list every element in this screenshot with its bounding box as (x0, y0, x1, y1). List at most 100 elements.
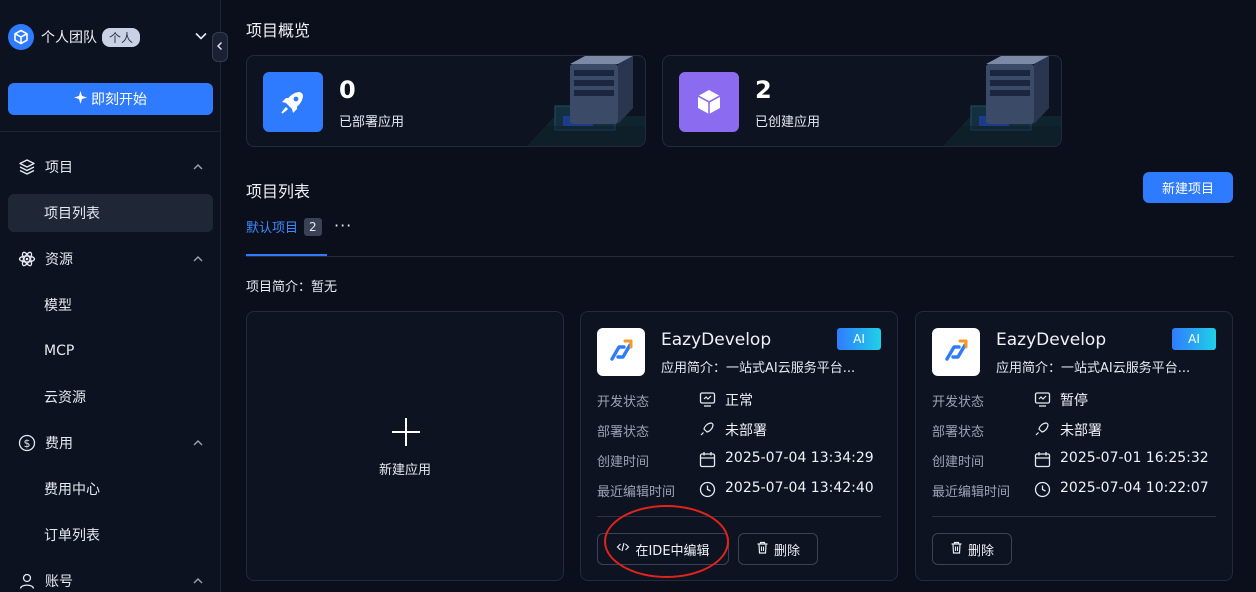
dev-status-value: 正常 (725, 393, 753, 409)
edited-time-label: 最近编辑时间 (597, 485, 676, 500)
stat-card-deployed: 0 已部署应用 (246, 55, 646, 147)
app-description: 应用简介：一站式AI云服务平台... (661, 361, 856, 376)
created-count: 2 (755, 76, 772, 104)
dev-status-label: 开发状态 (597, 395, 650, 410)
app-card[interactable]: EazyDevelop AI 应用简介：一站式AI云服务平台... 开发状态 暂… (915, 311, 1233, 581)
sparkle-icon (74, 90, 87, 108)
card-divider (597, 516, 881, 517)
ai-badge: AI (837, 328, 881, 350)
svg-text:$: $ (24, 437, 31, 450)
sidebar-item-mcp[interactable]: MCP (8, 332, 213, 370)
project-intro: 项目简介：暂无 (246, 280, 338, 295)
nav-group-account[interactable]: 账号 (8, 563, 213, 592)
created-time-label: 创建时间 (597, 455, 650, 470)
app-name: EazyDevelop (996, 330, 1107, 350)
monitor-icon (698, 390, 716, 408)
app-description: 应用简介：一站式AI云服务平台... (996, 361, 1191, 376)
sidebar-collapse-button[interactable] (212, 32, 228, 62)
edited-time-value: 2025-07-04 10:22:07 (1060, 480, 1209, 496)
sidebar-divider (0, 131, 221, 132)
server-illustration (525, 56, 645, 146)
app-name: EazyDevelop (661, 330, 772, 350)
project-list-title: 项目列表 (246, 182, 311, 201)
chevron-up-icon (192, 161, 204, 177)
atom-icon (17, 249, 37, 269)
tab-default-project[interactable]: 默认项目 2 (246, 217, 322, 236)
cube-icon (679, 72, 739, 132)
rocket-icon (1033, 420, 1051, 438)
sidebar-item-cloud-resources[interactable]: 云资源 (8, 378, 213, 416)
deployed-count: 0 (339, 76, 356, 104)
start-now-button[interactable]: 即刻开始 (8, 83, 213, 115)
deployed-label: 已部署应用 (339, 115, 405, 130)
chevron-up-icon (192, 575, 204, 591)
app-logo (932, 328, 980, 376)
created-time-label: 创建时间 (932, 455, 985, 470)
deploy-status-value: 未部署 (1060, 423, 1102, 439)
sidebar-item-model[interactable]: 模型 (8, 286, 213, 324)
team-badge: 个人 (102, 27, 141, 47)
overview-title: 项目概览 (246, 21, 311, 40)
nav-group-resources[interactable]: 资源 (8, 241, 213, 277)
chevron-down-icon[interactable] (194, 29, 208, 47)
created-label: 已创建应用 (755, 115, 821, 130)
monitor-icon (1033, 390, 1051, 408)
sidebar: 个人团队 个人 即刻开始 项目 项目列表 资源 模型 MCP 云资源 $ 费用 … (0, 0, 221, 592)
new-project-button[interactable]: 新建项目 (1143, 172, 1233, 203)
nav-group-label: 账号 (45, 574, 73, 590)
delete-label: 删除 (773, 543, 800, 559)
layers-icon (17, 157, 37, 177)
created-time-value: 2025-07-04 13:34:29 (725, 450, 874, 466)
trash-icon (950, 541, 963, 558)
team-switcher[interactable]: 个人团队 个人 (8, 22, 208, 52)
dev-status-value: 暂停 (1060, 393, 1088, 409)
new-app-card[interactable]: 新建应用 (246, 311, 564, 581)
nav-group-project[interactable]: 项目 (8, 149, 213, 185)
nav-group-label: 资源 (45, 252, 73, 268)
dev-status-label: 开发状态 (932, 395, 985, 410)
ai-badge: AI (1172, 328, 1216, 350)
delete-button[interactable]: 删除 (932, 533, 1012, 565)
sidebar-item-order-list[interactable]: 订单列表 (8, 516, 213, 554)
edited-time-value: 2025-07-04 13:42:40 (725, 480, 874, 496)
user-icon (17, 571, 37, 591)
created-time-value: 2025-07-01 16:25:32 (1060, 450, 1209, 466)
app-logo (597, 328, 645, 376)
card-divider (932, 516, 1216, 517)
trash-icon (756, 541, 769, 558)
clock-icon (698, 480, 716, 498)
sidebar-item-project-list[interactable]: 项目列表 (8, 194, 213, 232)
delete-button[interactable]: 删除 (738, 533, 818, 565)
edit-in-ide-label: 在IDE中编辑 (635, 543, 710, 559)
delete-label: 删除 (967, 543, 994, 559)
more-options-button[interactable]: ··· (334, 216, 352, 235)
sidebar-item-billing-center[interactable]: 费用中心 (8, 470, 213, 508)
nav-group-label: 费用 (45, 436, 73, 452)
nav-group-billing[interactable]: $ 费用 (8, 425, 213, 461)
calendar-icon (1033, 450, 1051, 468)
app-card[interactable]: EazyDevelop AI 应用简介：一站式AI云服务平台... 开发状态 正… (580, 311, 898, 581)
tab-label: 默认项目 (246, 221, 299, 236)
plus-icon (392, 418, 420, 446)
server-illustration (941, 56, 1061, 146)
clock-icon (1033, 480, 1051, 498)
dollar-icon: $ (17, 433, 37, 453)
edited-time-label: 最近编辑时间 (932, 485, 1011, 500)
deploy-status-label: 部署状态 (597, 425, 650, 440)
calendar-icon (698, 450, 716, 468)
tab-count-badge: 2 (304, 217, 322, 236)
chevron-up-icon (192, 253, 204, 269)
rocket-icon (263, 72, 323, 132)
chevron-up-icon (192, 437, 204, 453)
start-now-label: 即刻开始 (91, 92, 147, 108)
chevron-left-icon (215, 39, 225, 55)
rocket-icon (698, 420, 716, 438)
team-name: 个人团队 (41, 30, 97, 46)
code-icon (616, 540, 630, 558)
deploy-status-label: 部署状态 (932, 425, 985, 440)
edit-in-ide-button[interactable]: 在IDE中编辑 (597, 533, 729, 565)
deploy-status-value: 未部署 (725, 423, 767, 439)
stat-card-created: 2 已创建应用 (662, 55, 1062, 147)
tabs-divider (246, 256, 1234, 257)
nav-group-label: 项目 (45, 160, 73, 176)
